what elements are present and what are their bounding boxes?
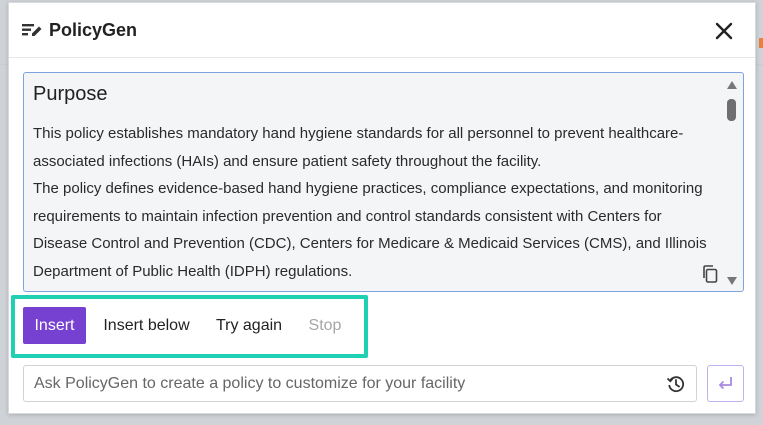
try-again-button[interactable]: Try again [213,307,285,344]
prompt-field [23,365,697,402]
content-scrollbar[interactable] [725,79,739,289]
edit-note-icon [22,22,42,38]
close-button[interactable] [713,20,735,42]
content-paragraph: This policy establishes mandatory hand h… [33,125,684,170]
background-accent [759,38,763,48]
scroll-thumb[interactable] [727,99,736,121]
policygen-dialog: PolicyGen Purpose This policy establishe… [8,2,756,414]
generated-policy-content[interactable]: Purpose This policy establishes mandator… [23,72,744,292]
scroll-down-arrow-icon[interactable] [727,277,737,285]
enter-arrow-icon [718,377,732,390]
prompt-input[interactable] [24,366,654,401]
history-icon[interactable] [666,374,686,394]
dialog-title: PolicyGen [49,20,138,40]
stop-button: Stop [305,307,345,344]
submit-button[interactable] [707,365,744,402]
close-icon [715,22,733,40]
insert-button[interactable]: Insert [23,307,86,344]
scroll-up-arrow-icon[interactable] [727,81,737,89]
copy-icon[interactable] [702,265,718,283]
insert-below-button[interactable]: Insert below [99,307,194,344]
action-buttons-group: Insert Insert below Try again Stop [11,295,368,358]
content-heading: Purpose [33,83,108,105]
content-body: This policy establishes mandatory hand h… [33,120,713,285]
content-text: Purpose This policy establishes mandator… [33,83,713,285]
content-paragraph: The policy defines evidence-based hand h… [33,180,707,280]
dialog-header: PolicyGen [9,3,755,58]
